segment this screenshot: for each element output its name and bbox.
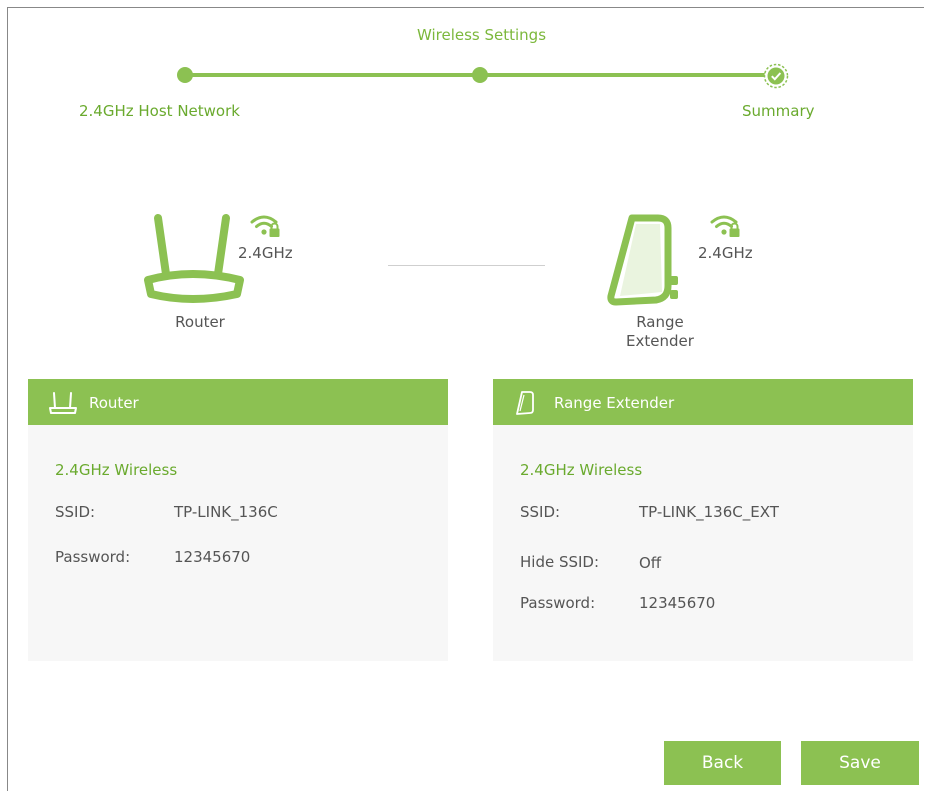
back-button[interactable]: Back: [664, 741, 781, 785]
router-device-label: Router: [175, 313, 225, 331]
wifi-lock-icon: [710, 213, 744, 243]
save-button[interactable]: Save: [801, 741, 919, 785]
step-label-host-network: 2.4GHz Host Network: [79, 102, 240, 120]
step-label-summary: Summary: [742, 102, 815, 120]
extender-device-label: Range Extender: [610, 313, 710, 351]
extender-hide-ssid-label: Hide SSID:: [520, 553, 600, 571]
range-extender-icon: [606, 212, 686, 311]
range-extender-icon: [513, 390, 537, 420]
extender-ssid-label: SSID:: [520, 503, 561, 521]
step-summary-check-icon: [763, 63, 789, 89]
connection-line: [388, 265, 545, 266]
extender-panel-title: Range Extender: [554, 394, 675, 412]
router-section-title: 2.4GHz Wireless: [55, 461, 178, 479]
wizard-title: Wireless Settings: [416, 26, 547, 44]
router-panel: Router 2.4GHz Wireless SSID: TP-LINK_136…: [28, 379, 448, 661]
router-ssid-value: TP-LINK_136C: [174, 503, 278, 521]
extender-ssid-value: TP-LINK_136C_EXT: [639, 503, 779, 521]
extender-label-line1: Range: [636, 313, 684, 331]
router-ssid-label: SSID:: [55, 503, 96, 521]
extender-frequency: 2.4GHz: [698, 244, 753, 262]
router-password-label: Password:: [55, 548, 131, 566]
extender-hide-ssid-value: Off: [639, 554, 662, 572]
router-panel-header: Router: [28, 379, 448, 425]
router-icon: [48, 391, 78, 419]
router-password-value: 12345670: [174, 548, 251, 566]
extender-password-label: Password:: [520, 594, 596, 612]
router-panel-title: Router: [89, 394, 139, 412]
step-1-dot: [177, 67, 193, 83]
extender-section-title: 2.4GHz Wireless: [520, 461, 643, 479]
step-2-dot: [472, 67, 488, 83]
extender-label-line2: Extender: [626, 332, 694, 350]
extender-password-value: 12345670: [639, 594, 716, 612]
wifi-lock-icon: [250, 213, 284, 243]
extender-panel: Range Extender 2.4GHz Wireless SSID: TP-…: [493, 379, 913, 661]
extender-panel-header: Range Extender: [493, 379, 913, 425]
router-frequency: 2.4GHz: [238, 244, 293, 262]
router-icon: [140, 212, 250, 311]
